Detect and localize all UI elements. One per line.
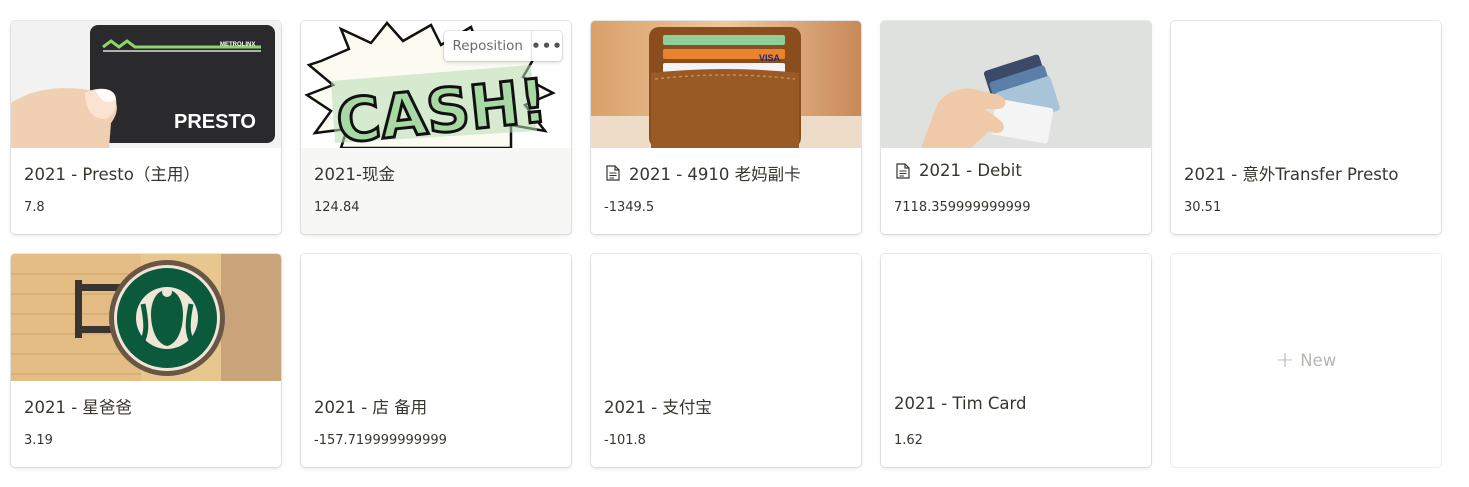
- gallery-card-alipay[interactable]: 2021 - 支付宝 -101.8: [591, 254, 861, 467]
- card-title: 2021 - 4910 老妈副卡: [604, 161, 801, 185]
- card-title-text: 2021 - 星爸爸: [24, 398, 132, 417]
- card-value: 7118.359999999999: [894, 200, 1031, 215]
- plus-icon: +: [1275, 348, 1295, 373]
- card-title-text: 2021 - Presto（主用）: [24, 165, 200, 184]
- card-value: -1349.5: [604, 200, 655, 215]
- card-title: 2021 - Tim Card: [894, 394, 1027, 413]
- card-value: 7.8: [24, 200, 45, 215]
- card-title: 2021 - Presto（主用）: [24, 161, 200, 185]
- card-title: 2021 - 意外Transfer Presto: [1184, 161, 1398, 185]
- gallery-card-cash[interactable]: CASH! Reposition ••• 2021-现金 124.84: [301, 21, 571, 234]
- card-value: -157.719999999999: [314, 433, 447, 448]
- card-title-text: 2021 - 店 备用: [314, 398, 428, 417]
- card-title: 2021 - 星爸爸: [24, 394, 132, 418]
- card-title: 2021-现金: [314, 161, 395, 185]
- metrolinx-text: METROLINX: [220, 42, 255, 48]
- gallery-card-store-backup[interactable]: 2021 - 店 备用 -157.719999999999: [301, 254, 571, 467]
- more-options-icon[interactable]: •••: [531, 31, 562, 61]
- card-title-text: 2021-现金: [314, 165, 395, 184]
- new-card-button[interactable]: + New: [1171, 254, 1441, 467]
- card-title: 2021 - Debit: [894, 161, 1022, 180]
- card-title-text: 2021 - 支付宝: [604, 398, 712, 417]
- card-title-text: 2021 - 4910 老妈副卡: [629, 165, 801, 184]
- card-title: 2021 - 店 备用: [314, 394, 427, 418]
- card-title-text: 2021 - Tim Card: [894, 394, 1027, 413]
- gallery-card-tim-card[interactable]: 2021 - Tim Card 1.62: [881, 254, 1151, 467]
- card-value: 3.19: [24, 433, 53, 448]
- card-value: 1.62: [894, 433, 923, 448]
- card-hover-controls: Reposition •••: [444, 31, 562, 61]
- page-icon: [894, 162, 912, 180]
- card-cover-image: METROLINX PRESTO: [11, 21, 281, 148]
- card-cover-image: VISA: [591, 21, 861, 148]
- gallery-card-wallet[interactable]: VISA 2021 - 4910 老妈副卡 -1349.5: [591, 21, 861, 234]
- card-title: 2021 - 支付宝: [604, 394, 712, 418]
- page-icon: [604, 164, 622, 182]
- gallery-card-debit[interactable]: 2021 - Debit 7118.359999999999: [881, 21, 1151, 234]
- gallery-card-starbucks[interactable]: 2021 - 星爸爸 3.19: [11, 254, 281, 467]
- visa-text: VISA: [759, 53, 781, 63]
- card-value: 30.51: [1184, 200, 1222, 215]
- new-card-content: + New: [1171, 254, 1441, 467]
- card-cover-image: [881, 21, 1151, 148]
- card-title-text: 2021 - 意外Transfer Presto: [1184, 165, 1399, 184]
- gallery-card-transfer-presto[interactable]: 2021 - 意外Transfer Presto 30.51: [1171, 21, 1441, 234]
- new-card-label: New: [1300, 351, 1337, 370]
- card-value: -101.8: [604, 433, 646, 448]
- gallery-card-presto[interactable]: METROLINX PRESTO 2021 - Presto（主用） 7.8: [11, 21, 281, 234]
- card-title-text: 2021 - Debit: [919, 161, 1022, 180]
- presto-brand-text: PRESTO: [174, 111, 256, 133]
- reposition-button[interactable]: Reposition: [444, 31, 531, 61]
- card-cover-image: [11, 254, 281, 381]
- card-value: 124.84: [314, 200, 360, 215]
